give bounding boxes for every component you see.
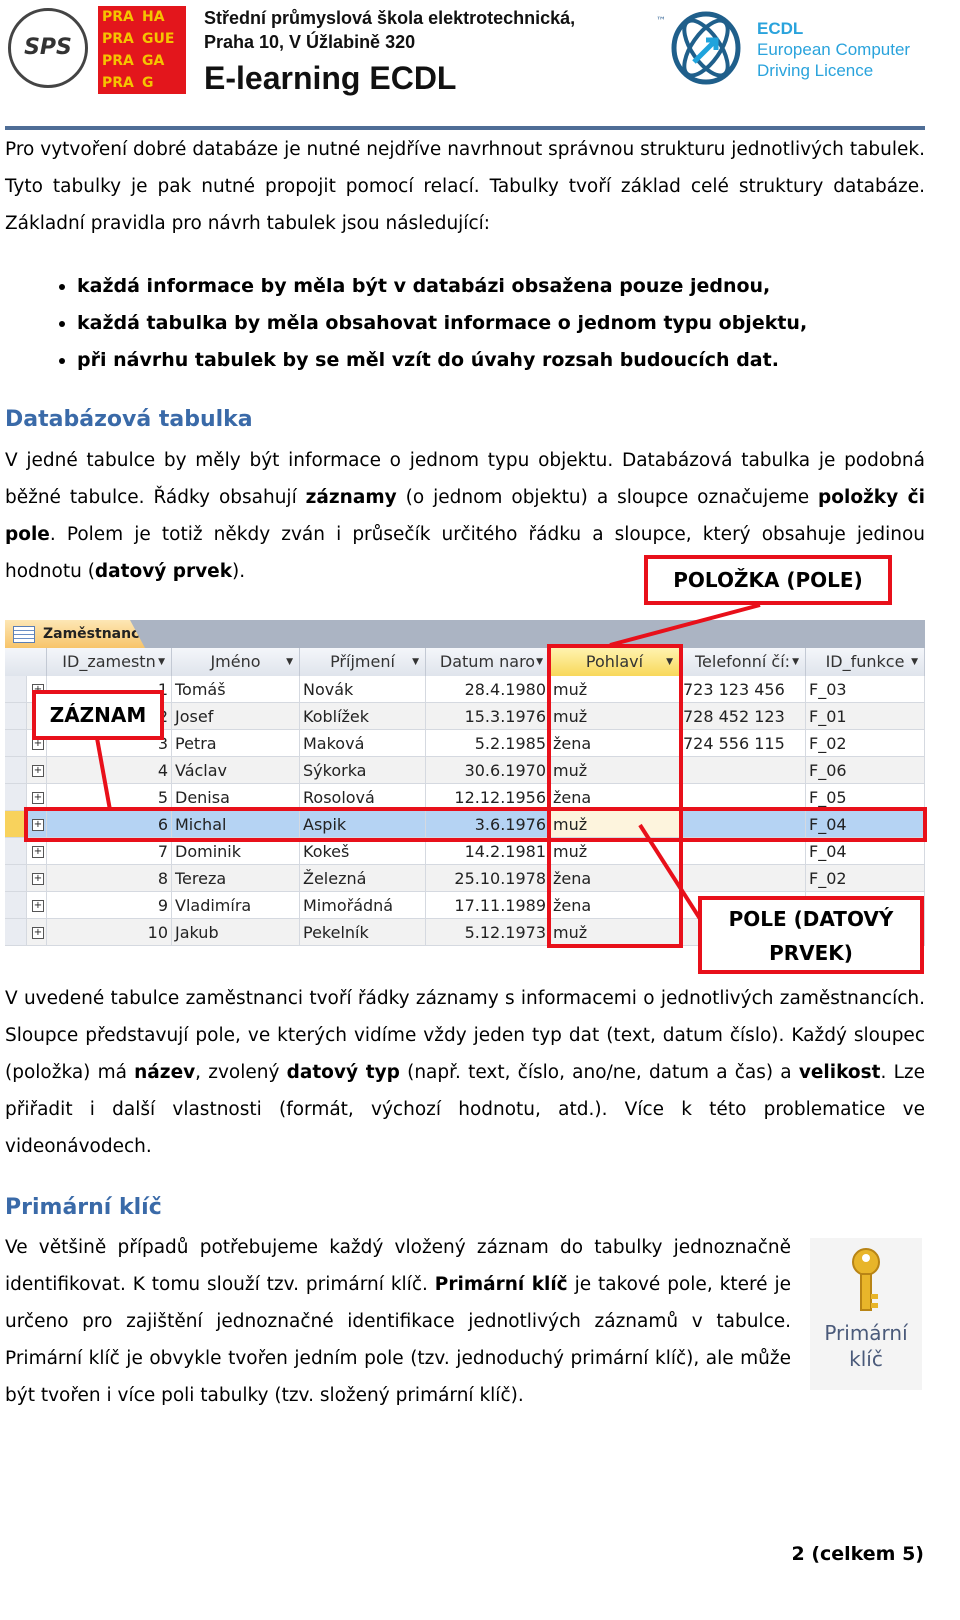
- callout-data-item: POLE (DATOVÝ PRVEK): [698, 896, 924, 974]
- primary-key-paragraph: Ve většině případů potřebujeme každý vlo…: [5, 1237, 791, 1406]
- key-icon: [852, 1248, 880, 1311]
- callout-field: POLOŽKA (POLE): [644, 555, 892, 605]
- callout-record: ZÁZNAM: [32, 690, 164, 740]
- record-row-highlight: [24, 807, 927, 842]
- section-heading: Primární klíč: [5, 1195, 162, 1220]
- primary-key-button: Primární klíč: [810, 1238, 922, 1390]
- table-description: V uvedené tabulce zaměstnanci tvoří řádk…: [5, 988, 925, 1157]
- callout-lines: [95, 603, 761, 952]
- field-column-highlight: [547, 644, 683, 948]
- page-number: 2 (celkem 5): [791, 1543, 924, 1565]
